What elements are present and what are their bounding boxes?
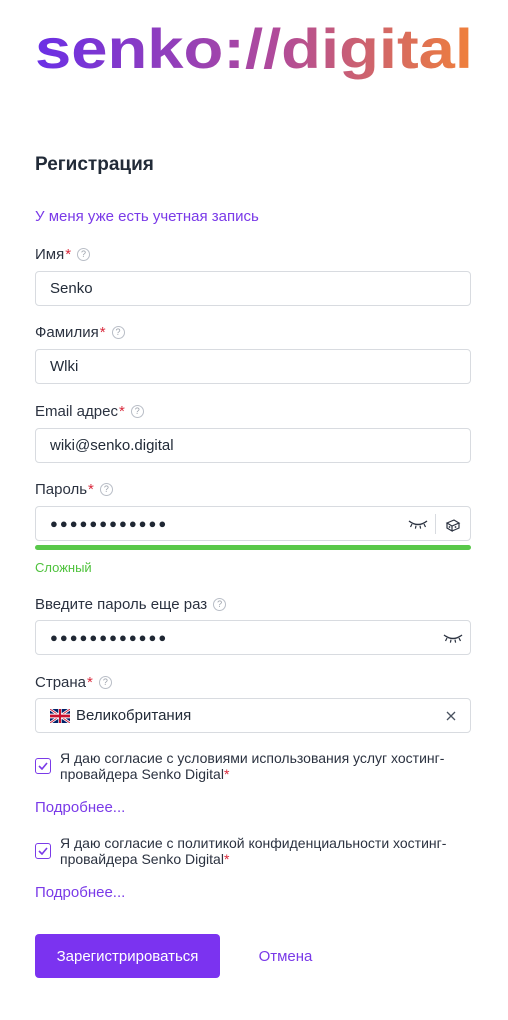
terms-consent-text: Я даю согласие с условиями использования… <box>60 750 471 782</box>
password-generator-icon[interactable] <box>436 507 470 540</box>
required-mark: * <box>65 246 72 263</box>
email-input[interactable]: wiki@senko.digital <box>35 428 471 463</box>
privacy-consent-label: Я даю согласие с политикой конфиденциаль… <box>60 835 447 867</box>
last-name-input[interactable]: Wlki <box>35 349 471 384</box>
uk-flag-icon <box>50 708 70 723</box>
email-label-text: Email адрес <box>35 403 118 420</box>
country-select[interactable]: Великобритания <box>35 698 471 733</box>
password-repeat-masked-value: ●●●●●●●●●●●● <box>50 630 169 645</box>
required-mark: * <box>118 403 125 420</box>
help-icon[interactable]: ? <box>111 326 125 339</box>
country-label: Страна * ? <box>35 674 112 691</box>
help-icon[interactable]: ? <box>99 483 113 496</box>
help-icon[interactable]: ? <box>130 405 144 418</box>
register-button[interactable]: Зарегистрироваться <box>35 934 220 978</box>
brand-logo[interactable]: senko://digital <box>35 16 475 86</box>
password-strength-label: Сложный <box>35 560 92 575</box>
last-name-value: Wlki <box>50 358 79 375</box>
first-name-input[interactable]: Senko <box>35 271 471 306</box>
privacy-consent: Я даю согласие с политикой конфиденциаль… <box>35 835 471 867</box>
password-masked-value: ●●●●●●●●●●●● <box>50 516 169 531</box>
terms-consent-label: Я даю согласие с условиями использования… <box>60 750 445 782</box>
password-repeat-label-text: Введите пароль еще раз <box>35 596 208 613</box>
last-name-label-text: Фамилия <box>35 324 99 341</box>
required-mark: * <box>99 324 106 341</box>
eye-closed-icon[interactable] <box>401 507 435 540</box>
required-mark: * <box>223 766 230 782</box>
terms-more-link[interactable]: Подробнее... <box>35 799 125 816</box>
privacy-consent-text: Я даю согласие с политикой конфиденциаль… <box>60 835 471 867</box>
country-label-text: Страна <box>35 674 87 691</box>
first-name-value: Senko <box>50 280 93 297</box>
password-label: Пароль * ? <box>35 481 113 498</box>
email-label: Email адрес * ? <box>35 403 144 420</box>
required-mark: * <box>223 851 230 867</box>
password-strength-bar <box>35 545 471 550</box>
email-value: wiki@senko.digital <box>50 437 174 454</box>
password-repeat-label: Введите пароль еще раз ? <box>35 596 227 613</box>
clear-icon[interactable] <box>442 707 460 725</box>
password-repeat-input[interactable]: ●●●●●●●●●●●● <box>35 620 471 655</box>
privacy-more-link[interactable]: Подробнее... <box>35 884 125 901</box>
checkmark-icon <box>38 847 48 855</box>
help-icon[interactable]: ? <box>98 676 112 689</box>
required-mark: * <box>88 481 94 498</box>
page-title: Регистрация <box>35 154 154 175</box>
login-link[interactable]: У меня уже есть учетная запись <box>35 208 259 225</box>
cancel-button[interactable]: Отмена <box>237 934 334 978</box>
help-icon[interactable]: ? <box>213 598 227 611</box>
terms-consent: Я даю согласие с условиями использования… <box>35 750 471 782</box>
last-name-label: Фамилия * ? <box>35 324 125 341</box>
first-name-label: Имя * ? <box>35 246 91 263</box>
password-input[interactable]: ●●●●●●●●●●●● <box>35 506 471 541</box>
country-value: Великобритания <box>76 707 192 724</box>
password-label-text: Пароль <box>35 481 88 498</box>
eye-closed-icon[interactable] <box>436 621 470 654</box>
checkmark-icon <box>38 762 48 770</box>
required-mark: * <box>87 674 93 691</box>
help-icon[interactable]: ? <box>77 248 91 261</box>
logo-text: senko://digital <box>35 17 473 80</box>
terms-checkbox[interactable] <box>35 758 51 774</box>
first-name-label-text: Имя <box>35 246 65 263</box>
privacy-checkbox[interactable] <box>35 843 51 859</box>
